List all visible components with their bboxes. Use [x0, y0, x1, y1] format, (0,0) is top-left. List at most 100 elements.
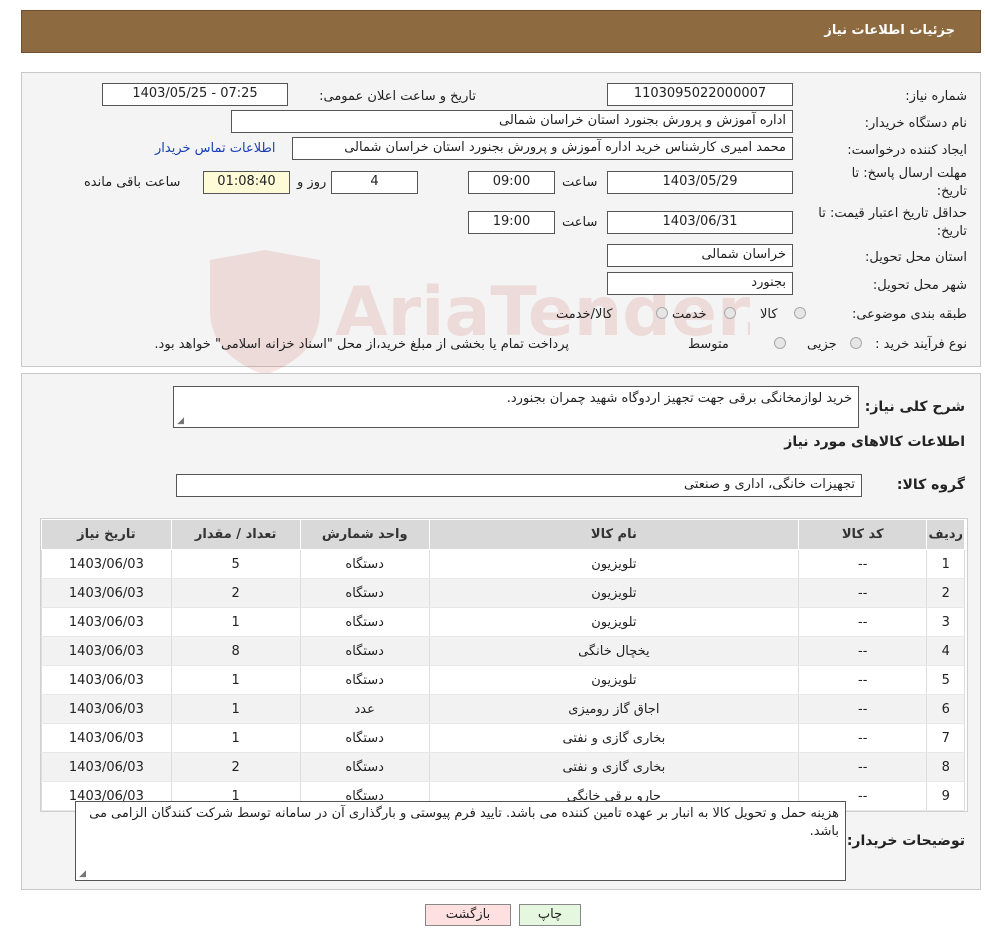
resize-grip-icon[interactable]: ◢ — [176, 417, 184, 426]
summary-label: شرح کلی نیاز: — [864, 399, 965, 415]
cell-unit: عدد — [299, 694, 430, 724]
need-number-value: 1103095022000007 — [607, 83, 793, 106]
process-label: نوع فرآیند خرید : — [875, 337, 967, 352]
cell-unit: دستگاه — [299, 549, 430, 579]
col-unit-header: واحد شمارش — [299, 519, 430, 550]
need-number-label: شماره نیاز: — [905, 89, 967, 104]
buyer-notes-text: هزینه حمل و تحویل کالا به انبار بر عهده … — [89, 806, 839, 839]
table-row: 7 -- بخاری گازی و نفتی دستگاه 1 1403/06/03 — [41, 723, 965, 753]
category-goods-label: کالا — [760, 307, 778, 322]
deadline-label-line1: مهلت ارسال پاسخ: تا — [851, 166, 967, 181]
items-table-wrapper: ردیف کد کالا نام کالا واحد شمارش تعداد /… — [40, 518, 968, 812]
cell-quantity: 2 — [170, 752, 301, 782]
category-service-radio[interactable] — [724, 307, 736, 319]
cell-quantity: 2 — [170, 578, 301, 608]
province-value: خراسان شمالی — [607, 244, 793, 267]
table-row: 6 -- اجاق گاز رومیزی عدد 1 1403/06/03 — [41, 694, 965, 724]
remaining-label: ساعت باقی مانده — [84, 175, 181, 190]
cell-item-name: یخچال خانگی — [428, 636, 799, 666]
city-value: بجنورد — [607, 272, 793, 295]
cell-need-date: 1403/06/03 — [41, 578, 172, 608]
cell-item-code: -- — [797, 607, 928, 637]
validity-label-line1: حداقل تاریخ اعتبار قیمت: تا — [818, 206, 967, 221]
cell-item-name: تلویزیون — [428, 665, 799, 695]
table-row: 1 -- تلویزیون دستگاه 5 1403/06/03 — [41, 549, 965, 579]
summary-text: خرید لوازمخانگی برقی جهت تجهیز اردوگاه ش… — [506, 391, 852, 406]
col-code-header: کد کالا — [797, 519, 928, 550]
buyer-label: نام دستگاه خریدار: — [864, 116, 967, 131]
cell-unit: دستگاه — [299, 665, 430, 695]
cell-item-code: -- — [797, 665, 928, 695]
page-title: جزئیات اطلاعات نیاز — [824, 23, 955, 38]
cell-quantity: 1 — [170, 694, 301, 724]
table-row: 2 -- تلویزیون دستگاه 2 1403/06/03 — [41, 578, 965, 608]
validity-date: 1403/06/31 — [607, 211, 793, 234]
validity-time-label: ساعت — [562, 215, 598, 230]
category-both-label: کالا/خدمت — [556, 307, 613, 322]
process-minor-label: جزیی — [807, 337, 837, 352]
summary-textarea[interactable]: خرید لوازمخانگی برقی جهت تجهیز اردوگاه ش… — [173, 386, 859, 428]
cell-need-date: 1403/06/03 — [41, 607, 172, 637]
cell-need-date: 1403/06/03 — [41, 636, 172, 666]
page-header: جزئیات اطلاعات نیاز — [21, 10, 981, 53]
cell-row-number: 8 — [926, 752, 965, 782]
creator-value: محمد امیری کارشناس خرید اداره آموزش و پر… — [292, 137, 793, 160]
announce-value: 1403/05/25 - 07:25 — [102, 83, 288, 106]
cell-unit: دستگاه — [299, 636, 430, 666]
items-table-body: 1 -- تلویزیون دستگاه 5 1403/06/03 2 -- تلویزیون د… — [41, 549, 965, 811]
cell-item-name: اجاق گاز رومیزی — [428, 694, 799, 724]
cell-quantity: 5 — [170, 549, 301, 579]
cell-quantity: 1 — [170, 665, 301, 695]
remaining-time: 01:08:40 — [203, 171, 290, 194]
treasury-note: پرداخت تمام یا بخشی از مبلغ خرید،از محل … — [154, 337, 569, 352]
resize-grip-icon[interactable]: ◢ — [78, 870, 86, 879]
deadline-days: 4 — [331, 171, 418, 194]
print-button[interactable]: چاپ — [519, 904, 581, 926]
cell-row-number: 4 — [926, 636, 965, 666]
cell-need-date: 1403/06/03 — [41, 752, 172, 782]
cell-need-date: 1403/06/03 — [41, 723, 172, 753]
process-medium-label: متوسط — [688, 337, 729, 352]
category-label: طبقه بندی موضوعی: — [851, 307, 967, 322]
col-name-header: نام کالا — [428, 519, 799, 550]
cell-need-date: 1403/06/03 — [41, 694, 172, 724]
category-goods-radio[interactable] — [794, 307, 806, 319]
col-date-header: تاریخ نیاز — [41, 519, 172, 550]
cell-unit: دستگاه — [299, 723, 430, 753]
col-row-header: ردیف — [926, 519, 965, 550]
cell-quantity: 1 — [170, 723, 301, 753]
cell-need-date: 1403/06/03 — [41, 665, 172, 695]
cell-unit: دستگاه — [299, 752, 430, 782]
buyer-contact-link[interactable]: اطلاعات تماس خریدار — [155, 141, 275, 156]
cell-item-code: -- — [797, 549, 928, 579]
table-header-row: ردیف کد کالا نام کالا واحد شمارش تعداد /… — [41, 519, 965, 550]
category-service-label: خدمت — [672, 307, 707, 322]
table-row: 5 -- تلویزیون دستگاه 1 1403/06/03 — [41, 665, 965, 695]
cell-item-name: تلویزیون — [428, 607, 799, 637]
cell-row-number: 1 — [926, 549, 965, 579]
validity-label-line2: تاریخ: — [936, 224, 967, 239]
cell-item-name: بخاری گازی و نفتی — [428, 723, 799, 753]
province-label: استان محل تحویل: — [865, 250, 967, 265]
deadline-time: 09:00 — [468, 171, 555, 194]
cell-quantity: 8 — [170, 636, 301, 666]
cell-unit: دستگاه — [299, 607, 430, 637]
cell-row-number: 9 — [926, 781, 965, 811]
category-both-radio[interactable] — [656, 307, 668, 319]
deadline-label-line2: تاریخ: — [936, 184, 967, 199]
validity-time: 19:00 — [468, 211, 555, 234]
buyer-value: اداره آموزش و پرورش بجنورد استان خراسان … — [231, 110, 793, 133]
table-row: 8 -- بخاری گازی و نفتی دستگاه 2 1403/06/03 — [41, 752, 965, 782]
table-row: 3 -- تلویزیون دستگاه 1 1403/06/03 — [41, 607, 965, 637]
buyer-notes-textarea[interactable]: هزینه حمل و تحویل کالا به انبار بر عهده … — [75, 801, 846, 881]
back-button[interactable]: بازگشت — [425, 904, 511, 926]
cell-item-name: تلویزیون — [428, 549, 799, 579]
deadline-date: 1403/05/29 — [607, 171, 793, 194]
cell-item-code: -- — [797, 752, 928, 782]
cell-need-date: 1403/06/03 — [41, 549, 172, 579]
cell-item-name: بخاری گازی و نفتی — [428, 752, 799, 782]
cell-row-number: 3 — [926, 607, 965, 637]
process-medium-radio[interactable] — [774, 337, 786, 349]
cell-row-number: 5 — [926, 665, 965, 695]
process-minor-radio[interactable] — [850, 337, 862, 349]
